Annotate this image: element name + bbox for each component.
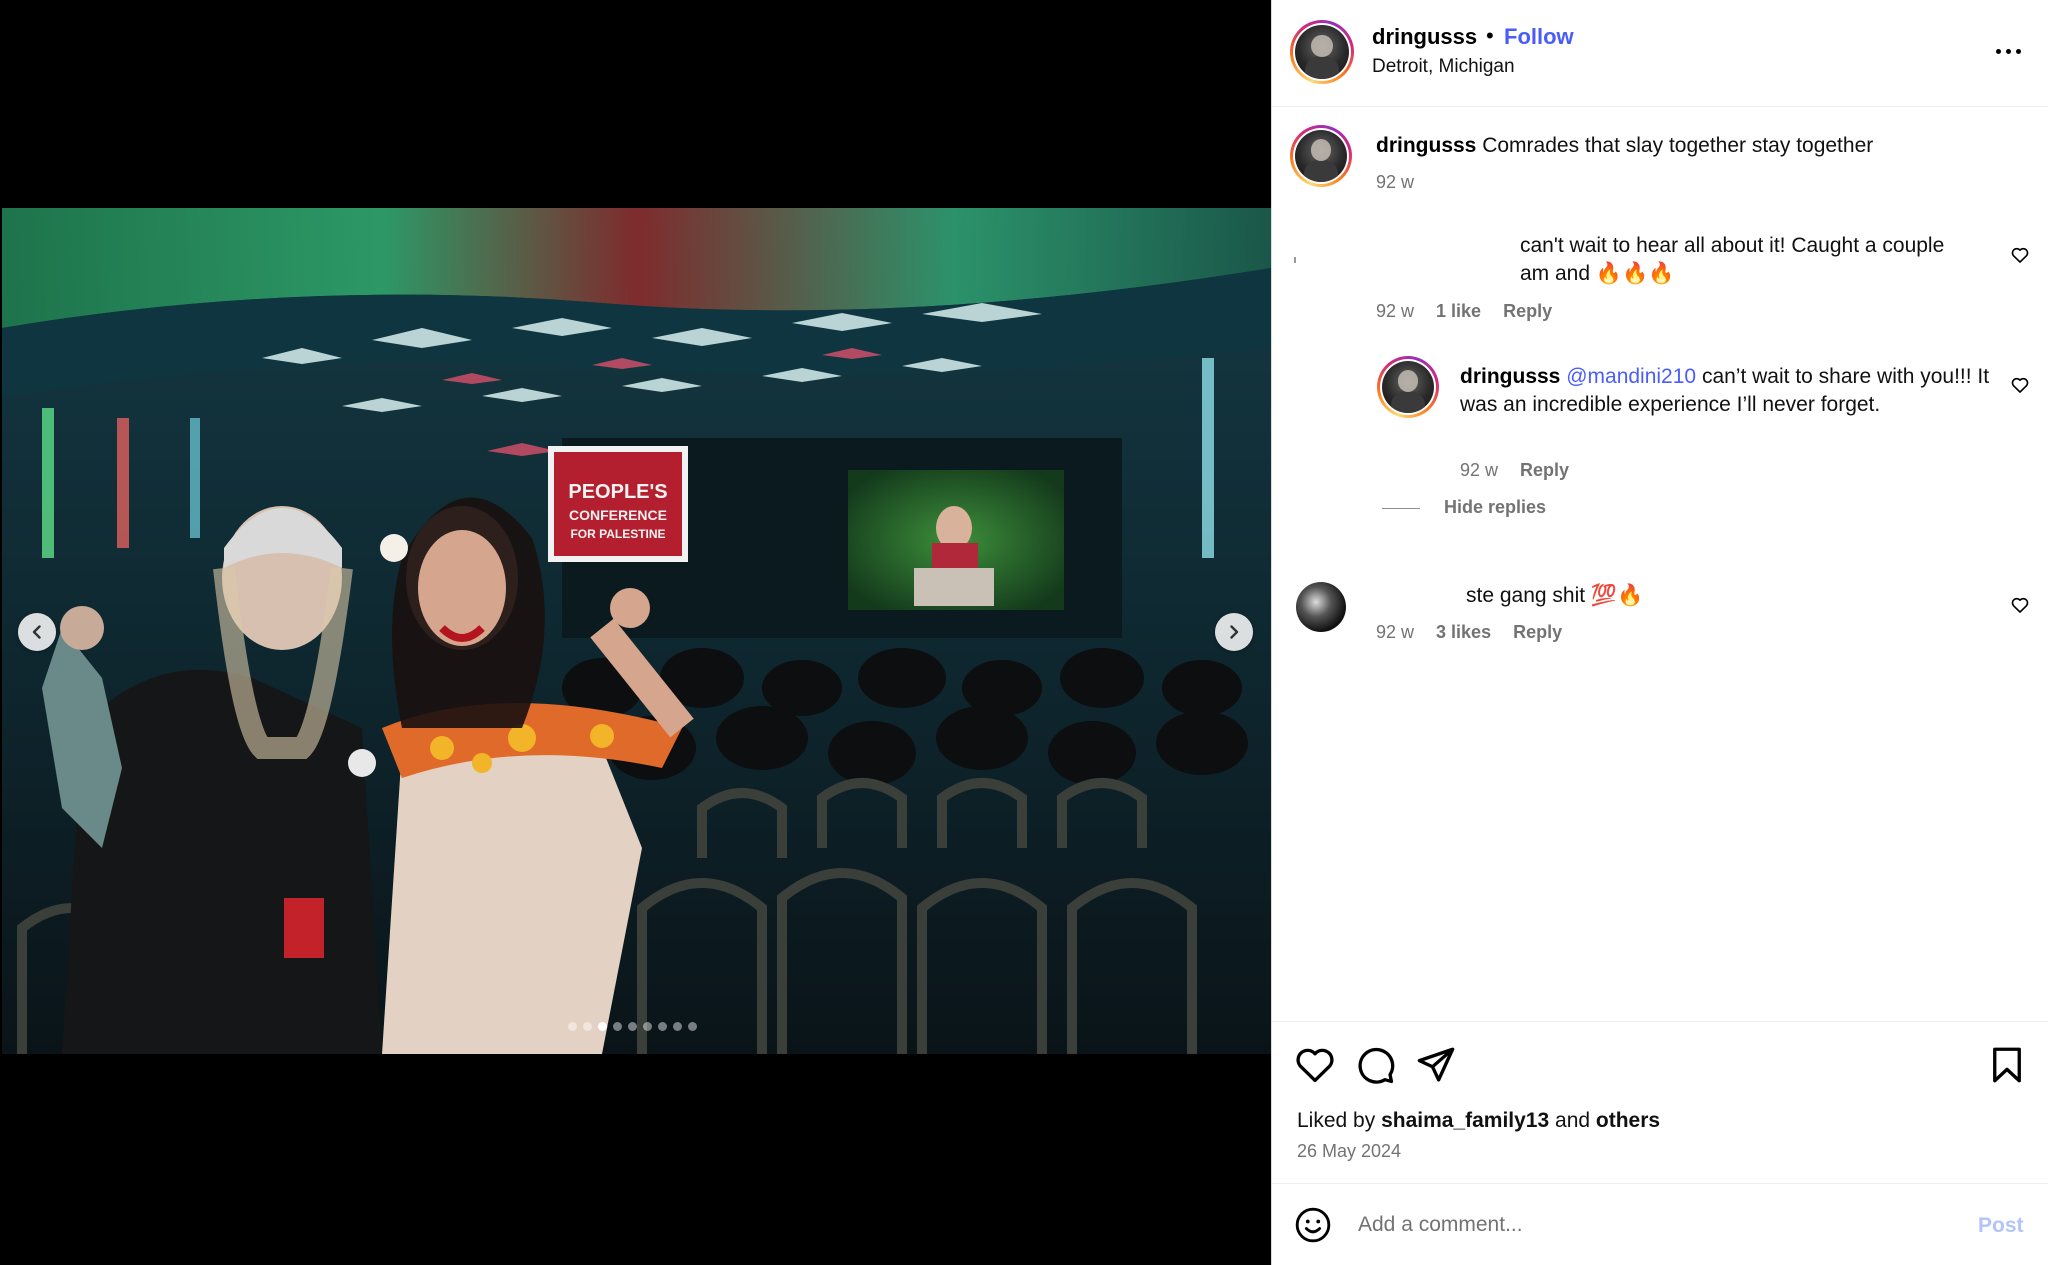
comment-line: can't wait to hear all about it! Caught … [1520, 234, 1945, 257]
avatar-image [1295, 25, 1349, 79]
heart-icon[interactable] [1294, 1044, 1336, 1086]
reply-username[interactable]: dringusss [1460, 365, 1560, 388]
previous-slide-button[interactable] [18, 613, 56, 651]
comment-text: ste gang shit 💯🔥 [1466, 584, 1644, 607]
author-avatar[interactable] [1290, 20, 1354, 84]
comment-meta: 92 w 3 likes Reply [1376, 622, 1562, 643]
carousel-dot [628, 1022, 637, 1031]
comment-input[interactable] [1358, 1206, 1918, 1244]
comment-timestamp[interactable]: 92 w [1376, 622, 1414, 643]
comment-meta: 92 w 1 like Reply [1376, 301, 1552, 322]
avatar-image [1382, 361, 1434, 413]
comment-line: am and 🔥🔥🔥 [1520, 262, 1675, 285]
reply-button[interactable]: Reply [1513, 622, 1562, 643]
commenter-avatar[interactable] [1296, 582, 1346, 632]
reply-author-avatar[interactable] [1377, 356, 1439, 418]
liked-by-and: and [1555, 1109, 1591, 1132]
media-pane: PEOPLE'S CONFERENCE FOR PALESTINE [0, 0, 1271, 1265]
follow-button[interactable]: Follow [1504, 24, 1574, 50]
hide-replies-divider [1382, 508, 1420, 509]
comment-like-heart-icon[interactable] [2010, 595, 2030, 615]
post-actions-bar: Liked by shaima_family13 and others 26 M… [1272, 1021, 2048, 1185]
reply-mention-link[interactable]: @mandini210 [1566, 365, 1696, 388]
commenter-avatar[interactable] [1294, 257, 1296, 263]
post-date[interactable]: 26 May 2024 [1297, 1141, 1401, 1162]
post-comment-button[interactable]: Post [1978, 1214, 2024, 1238]
liked-by-username[interactable]: shaima_family13 [1381, 1109, 1549, 1132]
caption-meta: 92 w [1376, 172, 1414, 193]
more-options-icon[interactable] [1988, 34, 2028, 68]
carousel-dot [568, 1022, 577, 1031]
carousel-dot [613, 1022, 622, 1031]
post-photo: PEOPLE'S CONFERENCE FOR PALESTINE [2, 208, 1271, 1054]
post-caption: dringusss Comrades that slay together st… [1376, 132, 2016, 160]
post-location[interactable]: Detroit, Michigan [1372, 56, 1515, 78]
post-header: dringusss • Follow Detroit, Michigan [1272, 0, 2048, 107]
author-username[interactable]: dringusss [1372, 24, 1477, 50]
comment-bubble-icon[interactable] [1354, 1044, 1396, 1086]
bookmark-icon[interactable] [1986, 1044, 2028, 1086]
banner-line-2: CONFERENCE [569, 507, 667, 523]
caption-timestamp[interactable]: 92 w [1376, 172, 1414, 193]
chevron-left-icon [32, 625, 41, 639]
carousel-dot [673, 1022, 682, 1031]
banner-line-3: FOR PALESTINE [570, 527, 665, 541]
comment-text: can't wait to hear all about it! Caught … [1520, 232, 1980, 288]
next-slide-button[interactable] [1215, 613, 1253, 651]
liked-by-prefix: Liked by [1297, 1109, 1376, 1132]
separator-dot: • [1486, 23, 1494, 48]
share-send-icon[interactable] [1415, 1044, 1457, 1086]
caption-username[interactable]: dringusss [1376, 134, 1476, 157]
reply-button[interactable]: Reply [1503, 301, 1552, 322]
chevron-right-icon [1230, 625, 1239, 639]
reply-timestamp[interactable]: 92 w [1460, 460, 1498, 481]
caption-author-avatar[interactable] [1290, 125, 1352, 187]
comment-likes-count[interactable]: 3 likes [1436, 622, 1491, 643]
hide-replies-button[interactable]: Hide replies [1444, 497, 1546, 518]
carousel-dot [688, 1022, 697, 1031]
reply-text: dringusss @mandini210 can’t wait to shar… [1460, 363, 2000, 419]
liked-by-others-link[interactable]: others [1596, 1109, 1660, 1132]
carousel-dot [583, 1022, 592, 1031]
conference-photo-illustration: PEOPLE'S CONFERENCE FOR PALESTINE [2, 208, 1271, 1054]
carousel-dot [598, 1022, 607, 1031]
carousel-dot [658, 1022, 667, 1031]
liked-by-summary: Liked by shaima_family13 and others [1297, 1109, 1660, 1133]
banner-line-1: PEOPLE'S [568, 481, 667, 503]
avatar-image [1295, 130, 1347, 182]
comment-likes-count[interactable]: 1 like [1436, 301, 1481, 322]
post-details-pane: dringusss • Follow Detroit, Michigan dri… [1271, 0, 2048, 1265]
reply-button[interactable]: Reply [1520, 460, 1569, 481]
comment-timestamp[interactable]: 92 w [1376, 301, 1414, 322]
emoji-icon[interactable] [1294, 1206, 1332, 1244]
add-comment-bar: Post [1272, 1183, 2048, 1265]
reply-meta: 92 w Reply [1460, 460, 1569, 481]
instagram-post-modal: PEOPLE'S CONFERENCE FOR PALESTINE dringu… [0, 0, 2048, 1265]
reply-like-heart-icon[interactable] [2010, 375, 2030, 395]
caption-text: Comrades that slay together stay togethe… [1482, 134, 1874, 157]
carousel-dot [643, 1022, 652, 1031]
comment-like-heart-icon[interactable] [2010, 245, 2030, 265]
carousel-indicator [568, 1022, 697, 1031]
